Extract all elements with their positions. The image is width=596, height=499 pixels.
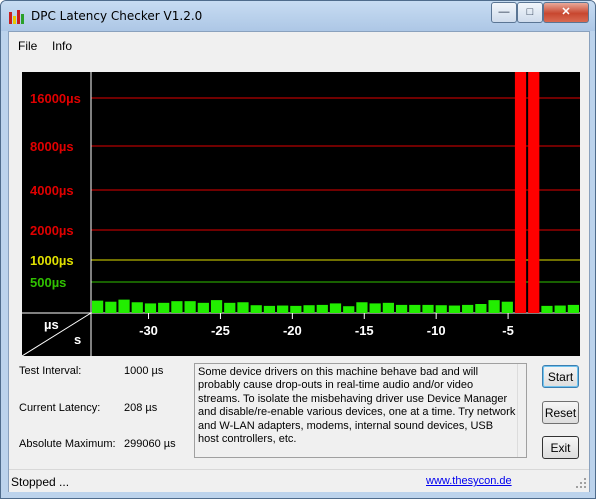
latency-chart-svg: 16000µs 8000µs 4000µs 2000µs 1000µs 500µs µss -… — [22, 72, 580, 356]
ytick-label-16000: 16000µs — [30, 91, 81, 106]
description-box[interactable]: Some device drivers on this machine beha… — [194, 363, 527, 458]
current-latency-label: Current Latency: — [19, 402, 101, 414]
exit-button[interactable]: Exit — [542, 436, 579, 459]
bar-27 — [448, 305, 461, 313]
bar-23 — [395, 304, 408, 313]
ytick-label-1000: 1000µs — [30, 253, 74, 268]
x-unit-label: s — [74, 332, 81, 347]
xtick-label--15: -15 — [355, 323, 374, 338]
maximize-icon: □ — [526, 6, 534, 18]
ytick-label-2000: 2000µs — [30, 223, 74, 238]
xtick-label--5: -5 — [502, 323, 514, 338]
latency-chart: 16000µs 8000µs 4000µs 2000µs 1000µs 500µs µs s -… — [22, 72, 580, 356]
minimize-button[interactable]: — — [491, 2, 517, 23]
bar-36 — [567, 304, 579, 313]
menu-bar: File Info — [9, 32, 589, 58]
bar-18 — [329, 303, 342, 313]
absolute-maximum-label: Absolute Maximum: — [19, 438, 116, 450]
bar-0 — [92, 300, 104, 313]
bar-34 — [541, 305, 553, 313]
bar-31 — [501, 301, 513, 313]
bar-28 — [462, 304, 474, 313]
bar-24 — [409, 304, 421, 313]
ytick-label-500: 500µs — [30, 275, 66, 290]
xtick-label--30: -30 — [139, 323, 158, 338]
bar-30 — [488, 300, 500, 313]
bar-10 — [224, 302, 236, 313]
close-button[interactable]: ✕ — [543, 2, 589, 23]
title-bar[interactable]: DPC Latency Checker V1.2.0 — □ ✕ — [1, 1, 595, 31]
close-icon: ✕ — [561, 6, 571, 18]
bar-16 — [303, 305, 315, 313]
bar-9 — [210, 300, 223, 313]
bar-32 — [514, 72, 527, 313]
bar-25 — [422, 304, 434, 313]
bar-2 — [118, 299, 130, 313]
bar-13 — [263, 305, 276, 313]
bar-8 — [197, 302, 209, 313]
description-text: Some device drivers on this machine beha… — [198, 366, 516, 446]
test-interval-value: 1000 µs — [124, 365, 164, 377]
xtick-label--25: -25 — [211, 323, 230, 338]
bar-22 — [382, 302, 394, 313]
window-title: DPC Latency Checker V1.2.0 — [31, 9, 203, 23]
bar-3 — [131, 302, 143, 313]
maximize-button[interactable]: □ — [517, 2, 543, 23]
bar-33 — [528, 72, 540, 313]
bar-20 — [356, 302, 368, 313]
xtick-label--10: -10 — [427, 323, 446, 338]
ytick-label-8000: 8000µs — [30, 139, 74, 154]
app-bars-icon — [9, 10, 25, 24]
start-button[interactable]: Start — [542, 365, 579, 388]
website-link[interactable]: www.thesycon.de — [426, 475, 512, 487]
bar-21 — [369, 303, 381, 313]
menu-file[interactable]: File — [18, 39, 37, 53]
bar-1 — [105, 301, 117, 313]
bar-17 — [316, 304, 328, 313]
ytick-label-4000: 4000µs — [30, 183, 74, 198]
bar-6 — [171, 301, 183, 313]
status-bar: Stopped ... www.thesycon.de — [9, 469, 589, 492]
bar-35 — [554, 305, 566, 313]
reset-button[interactable]: Reset — [542, 401, 579, 424]
bar-14 — [277, 305, 289, 313]
bar-26 — [435, 305, 447, 313]
xtick-label--20: -20 — [283, 323, 302, 338]
resize-grip-icon[interactable] — [575, 477, 587, 489]
y-unit-label: µs — [44, 317, 59, 332]
bar-29 — [475, 304, 487, 313]
absolute-maximum-value: 299060 µs — [124, 438, 176, 450]
status-text: Stopped ... — [11, 475, 70, 489]
app-window: DPC Latency Checker V1.2.0 — □ ✕ File In… — [0, 0, 596, 499]
bar-4 — [144, 303, 157, 313]
current-latency-value: 208 µs — [124, 402, 158, 414]
client-area: File Info 16000µs 8000µs 4000µs 2000µs 1000µ… — [8, 31, 590, 492]
bar-11 — [237, 302, 249, 313]
menu-info[interactable]: Info — [52, 39, 72, 53]
bar-7 — [184, 301, 196, 313]
bar-15 — [290, 305, 302, 313]
bar-19 — [343, 306, 355, 313]
description-scrollbar[interactable] — [517, 364, 526, 457]
test-interval-label: Test Interval: — [19, 365, 82, 377]
bar-5 — [158, 302, 170, 313]
bar-12 — [250, 305, 262, 313]
minimize-icon: — — [498, 6, 510, 18]
